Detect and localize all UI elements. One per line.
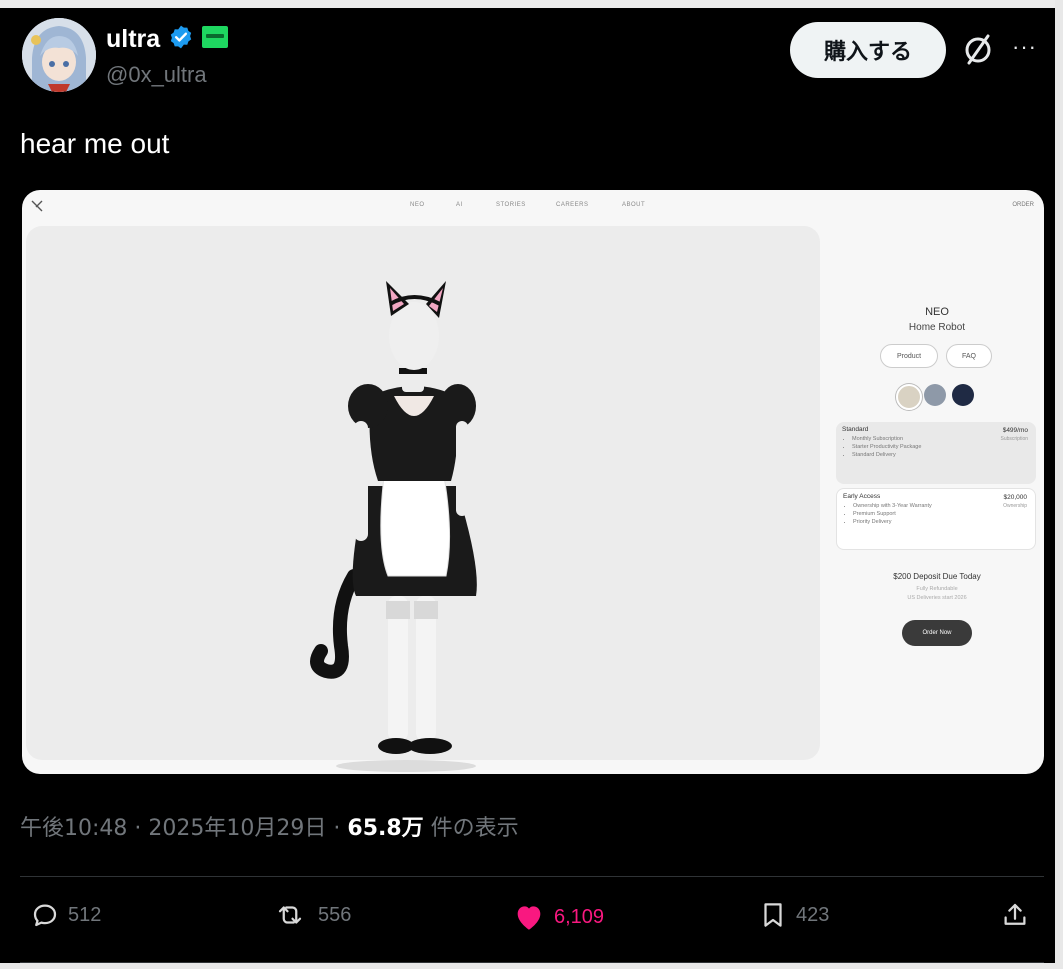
views-label: 件の表示 <box>430 816 519 841</box>
robot-figure <box>310 281 477 772</box>
tweet-date[interactable]: 2025年10月29日 <box>148 816 326 841</box>
nav-item-careers: CAREERS <box>556 202 589 208</box>
window-bottom-edge <box>0 963 1063 969</box>
author-display-name[interactable]: ultra <box>106 25 160 54</box>
nav-item-neo: NEO <box>410 202 425 208</box>
site-logo-icon <box>31 200 43 212</box>
divider <box>20 962 1044 963</box>
tweet-text: hear me out <box>20 128 170 159</box>
views-count: 65.8万 <box>347 816 424 841</box>
deposit-note: Fully Refundable <box>916 586 958 592</box>
bookmark-button[interactable]: 423 <box>758 900 829 930</box>
plan-price-sub: Ownership <box>1003 503 1027 509</box>
avatar[interactable] <box>22 18 96 92</box>
plan-card-standard: Standard $499/mo Subscription Monthly Su… <box>836 422 1036 484</box>
repost-count: 556 <box>318 903 352 926</box>
plan-price: $499/mo <box>1002 427 1028 434</box>
plan-price-sub: Subscription <box>1000 436 1028 442</box>
more-icon[interactable]: ··· <box>1012 34 1037 60</box>
deposit-text: $200 Deposit Due Today <box>893 572 981 581</box>
faq-tab: FAQ <box>946 344 992 368</box>
author-name-row[interactable]: ultra <box>106 24 229 55</box>
color-swatch <box>952 384 974 406</box>
product-subtitle: Home Robot <box>908 322 966 333</box>
plan-feature: Starter Productivity Package <box>852 443 1030 451</box>
plan-feature: Standard Delivery <box>852 451 1030 459</box>
order-now-button: Order Now <box>902 620 972 646</box>
reply-count: 512 <box>68 903 102 926</box>
author-handle[interactable]: @0x_ultra <box>106 62 207 88</box>
like-button[interactable]: 6,109 <box>512 900 604 934</box>
nav-item-about: ABOUT <box>622 202 646 208</box>
plan-feature: Premium Support <box>853 510 1029 518</box>
deposit-note: US Deliveries start 2026 <box>907 595 967 601</box>
share-button[interactable] <box>1000 900 1030 930</box>
product-title: NEO <box>925 306 949 318</box>
nav-order-link: ORDER <box>1012 202 1034 208</box>
color-swatch <box>896 384 922 410</box>
plan-price: $20,000 <box>1003 494 1028 501</box>
avatar-image <box>22 18 96 92</box>
meta-separator: · <box>333 816 341 841</box>
plan-name: Early Access <box>843 493 881 500</box>
plan-feature: Priority Delivery <box>853 518 1029 526</box>
grok-icon[interactable] <box>960 30 996 70</box>
buy-button[interactable]: 購入する <box>790 22 946 78</box>
heart-icon <box>517 906 541 930</box>
nav-item-stories: STORIES <box>496 202 526 208</box>
website-nav: NEO AI STORIES CAREERS ABOUT ORDER <box>22 190 1044 224</box>
tweet-meta: 午後10:48 · 2025年10月29日 · 65.8万 件の表示 <box>20 810 519 842</box>
plan-card-early-access: Early Access $20,000 Ownership Ownership… <box>836 488 1036 550</box>
product-stage <box>26 226 820 772</box>
repost-icon <box>278 906 302 924</box>
product-tab: Product <box>880 344 938 368</box>
bookmark-count: 423 <box>796 903 830 926</box>
verified-badge-icon <box>168 24 194 55</box>
affiliate-badge-icon[interactable] <box>202 26 229 53</box>
window-right-edge <box>1055 0 1063 969</box>
meta-separator: · <box>134 816 142 841</box>
repost-button[interactable]: 556 <box>270 900 351 930</box>
share-icon <box>1004 903 1026 925</box>
divider <box>20 876 1044 877</box>
nav-item-ai: AI <box>456 202 463 208</box>
bookmark-icon <box>764 903 782 927</box>
reply-button[interactable]: 512 <box>30 900 101 930</box>
tweet-media-image[interactable]: NEO AI STORIES CAREERS ABOUT ORDER NEO H… <box>22 190 1044 774</box>
reply-icon <box>33 904 57 927</box>
window-top-edge <box>0 0 1063 8</box>
like-count: 6,109 <box>554 905 605 928</box>
tweet-time[interactable]: 午後10:48 <box>20 816 127 841</box>
color-swatch <box>924 384 946 406</box>
